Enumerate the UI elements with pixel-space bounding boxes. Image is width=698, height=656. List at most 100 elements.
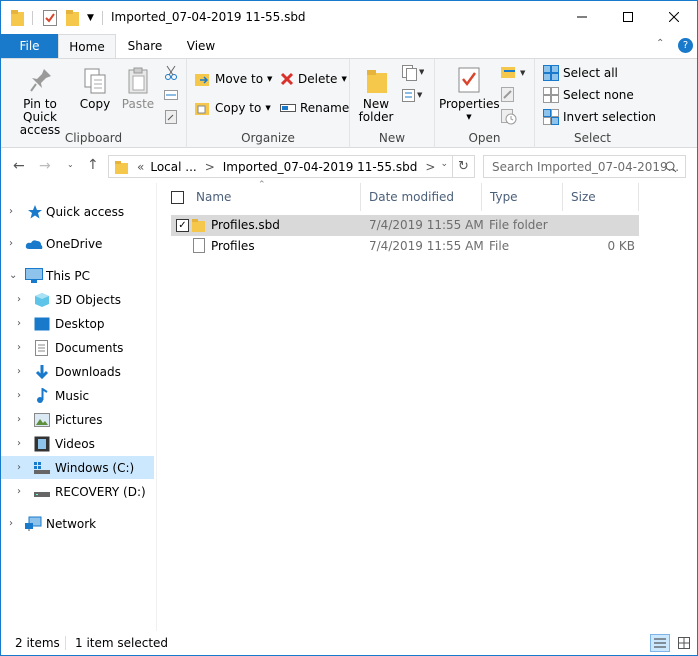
chevron-down-icon[interactable]: ⌄ (9, 270, 17, 281)
select-all-checkbox[interactable] (171, 190, 184, 204)
move-to-button[interactable]: Move to ▼ (195, 72, 272, 86)
cut-icon[interactable] (164, 65, 178, 84)
back-arrow-icon[interactable]: ← (13, 158, 25, 174)
edit-icon[interactable] (501, 87, 515, 106)
table-row[interactable]: ✓ Profiles.sbd 7/4/2019 11:55 AM File fo… (171, 215, 639, 236)
tab-home[interactable]: Home (58, 34, 116, 59)
maximize-icon[interactable] (605, 1, 651, 33)
chevron-down-icon: ▼ (341, 75, 347, 83)
nav-item-windows-c[interactable]: › Windows (C:) (1, 456, 154, 479)
svg-text:▼: ▼ (520, 69, 526, 77)
nav-item-onedrive[interactable]: › OneDrive (1, 232, 154, 255)
chevron-right-icon[interactable]: › (9, 238, 13, 249)
copy-icon (84, 68, 106, 94)
details-view-icon[interactable] (650, 634, 670, 652)
pin-to-quick-access-button[interactable]: Pin to Quick access (7, 67, 75, 137)
window-title: Imported_07-04-2019 11-55.sbd (111, 10, 306, 24)
easy-access-icon[interactable]: ▼ (402, 87, 424, 106)
nav-item-music[interactable]: › Music (1, 384, 154, 407)
customize-quick-access-icon[interactable]: ▼ (87, 9, 94, 27)
paste-shortcut-icon[interactable] (164, 109, 178, 128)
refresh-icon[interactable]: ↻ (452, 156, 474, 177)
chevron-right-icon[interactable]: › (17, 438, 21, 449)
copy-button[interactable]: Copy (77, 67, 113, 111)
chevron-right-icon[interactable]: › (9, 518, 13, 529)
chevron-right-icon[interactable]: › (17, 294, 21, 305)
rename-icon (280, 104, 296, 112)
chevron-up-icon[interactable]: ⌃ (656, 38, 664, 49)
column-header-size[interactable]: Size (563, 183, 639, 211)
nav-label: Music (55, 388, 90, 403)
paste-button[interactable]: Paste (119, 67, 157, 111)
film-icon (34, 436, 50, 451)
new-group-label: New (378, 131, 406, 145)
nav-item-quick-access[interactable]: › Quick access (1, 200, 154, 223)
folder-icon (115, 160, 128, 174)
chevron-right-icon[interactable]: › (17, 366, 21, 377)
nav-item-documents[interactable]: › Documents (1, 336, 154, 359)
select-none-button[interactable]: Select none (543, 87, 634, 103)
chevron-right-icon[interactable]: › (9, 206, 13, 217)
nav-item-videos[interactable]: › Videos (1, 432, 154, 455)
chevron-right-icon[interactable]: › (17, 342, 21, 353)
nav-item-desktop[interactable]: › Desktop (1, 312, 154, 335)
properties-button[interactable]: Properties ▼ (439, 65, 500, 124)
tab-view[interactable]: View (175, 34, 227, 58)
file-date: 7/4/2019 11:55 AM (369, 239, 484, 253)
search-box[interactable]: Search Imported_07-04-2019... (483, 155, 686, 178)
chevron-right-icon[interactable]: › (17, 414, 21, 425)
nav-item-this-pc[interactable]: ⌄ This PC (1, 264, 154, 287)
column-header-type[interactable]: Type (482, 183, 563, 211)
open-icon[interactable]: ▼ (501, 65, 529, 82)
breadcrumb-current[interactable]: Imported_07-04-2019 11-55.sbd (223, 160, 418, 174)
copy-to-button[interactable]: Copy to ▼ (195, 101, 271, 115)
nav-item-recovery-d[interactable]: › RECOVERY (D:) (1, 480, 154, 503)
copy-path-icon[interactable] (164, 88, 178, 105)
search-input[interactable]: Search Imported_07-04-2019... (492, 160, 679, 174)
column-header-date[interactable]: Date modified (361, 183, 482, 211)
chevron-right-icon[interactable]: › (17, 318, 21, 329)
breadcrumb-overflow[interactable]: « (137, 160, 144, 174)
nav-item-pictures[interactable]: › Pictures (1, 408, 154, 431)
recent-locations-icon[interactable]: ⌄ (67, 160, 74, 169)
new-item-icon[interactable]: ▼ (402, 65, 425, 84)
forward-arrow-icon[interactable]: → (39, 158, 51, 174)
minimize-icon[interactable] (559, 1, 605, 33)
chevron-down-icon: ▼ (265, 104, 271, 112)
up-arrow-icon[interactable]: ↑ (87, 157, 99, 173)
chevron-right-icon[interactable]: › (17, 390, 21, 401)
address-bar[interactable]: « Local ... > Imported_07-04-2019 11-55.… (108, 155, 475, 178)
breadcrumb-local[interactable]: Local ... (150, 160, 196, 174)
chevron-down-icon: ▼ (466, 113, 472, 121)
nav-item-network[interactable]: › Network (1, 512, 154, 535)
select-all-button[interactable]: Select all (543, 65, 618, 81)
address-dropdown-icon[interactable]: ⌄ (440, 159, 448, 169)
breadcrumb-separator[interactable]: > (205, 160, 215, 174)
chevron-right-icon[interactable]: › (17, 486, 21, 497)
column-header-name[interactable]: Name (163, 183, 361, 211)
chevron-right-icon[interactable]: › (17, 462, 21, 473)
row-checkbox[interactable]: ✓ (176, 219, 189, 232)
properties-quick-icon[interactable] (43, 9, 57, 27)
nav-item-3d-objects[interactable]: › 3D Objects (1, 288, 154, 311)
delete-button[interactable]: Delete ▼ (280, 72, 347, 86)
rename-button[interactable]: Rename (280, 101, 349, 115)
move-to-icon (195, 74, 209, 86)
history-icon[interactable] (501, 109, 517, 128)
tab-file[interactable]: File (1, 34, 58, 58)
large-icons-view-icon[interactable] (674, 634, 694, 652)
table-row[interactable]: Profiles 7/4/2019 11:55 AM File 0 KB (171, 236, 639, 257)
select-group-label: Select (573, 131, 612, 145)
help-icon[interactable]: ? (678, 38, 693, 53)
breadcrumb-separator[interactable]: > (425, 160, 435, 174)
desktop-icon (34, 317, 50, 330)
tab-share[interactable]: Share (119, 34, 171, 58)
invert-selection-button[interactable]: Invert selection (543, 109, 656, 125)
new-folder-label: New folder (358, 97, 394, 124)
svg-text:▼: ▼ (417, 91, 423, 99)
new-folder-button[interactable]: New folder (356, 67, 398, 124)
folder-icon (192, 219, 205, 232)
close-icon[interactable] (651, 1, 697, 33)
nav-item-downloads[interactable]: › Downloads (1, 360, 154, 383)
new-folder-quick-icon[interactable] (66, 9, 80, 27)
